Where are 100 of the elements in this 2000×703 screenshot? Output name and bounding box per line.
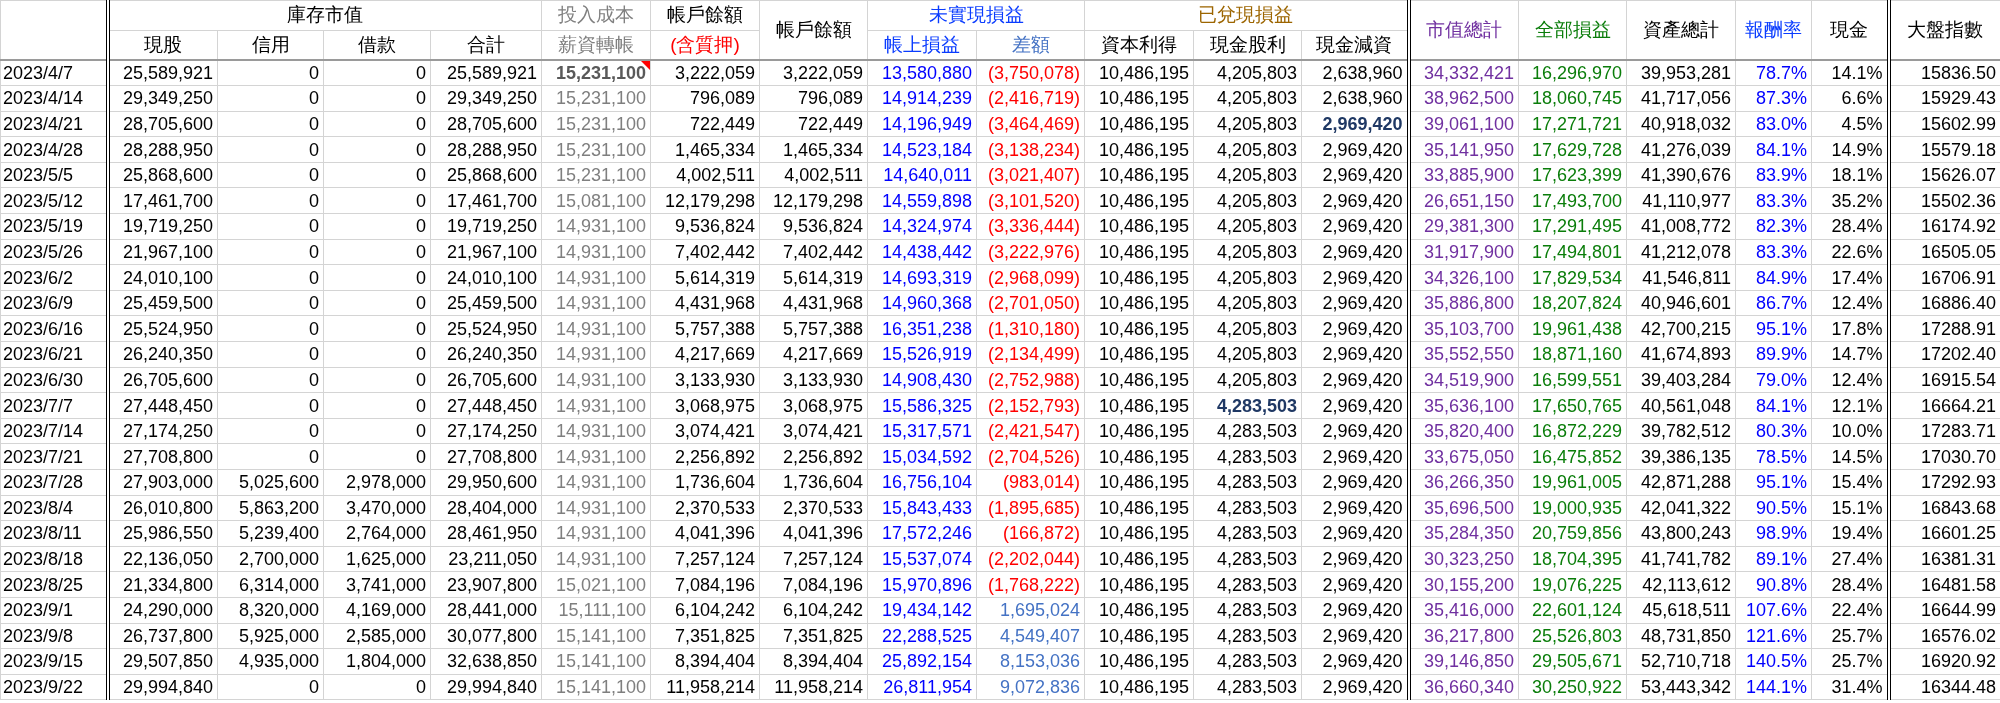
table-cell: 2,969,420 <box>1301 597 1409 624</box>
table-cell: 10,486,195 <box>1084 674 1194 700</box>
table-cell: 10.0% <box>1811 418 1889 444</box>
table-cell: 0 <box>323 60 431 86</box>
table-cell: 0 <box>323 290 431 316</box>
table-cell: 18,871,160 <box>1518 341 1627 368</box>
table-cell: 10,486,195 <box>1084 239 1194 265</box>
table-cell: 15,970,896 <box>867 571 977 598</box>
table-cell: 16,296,970 <box>1518 60 1627 86</box>
table-cell: 18.1% <box>1811 162 1889 188</box>
table-cell: 15.1% <box>1811 495 1889 521</box>
table-cell: 5,239,400 <box>217 520 324 547</box>
table-cell: 25,526,803 <box>1518 623 1627 649</box>
table-cell: 14,931,100 <box>541 239 651 265</box>
date-cell: 2023/9/1 <box>0 597 108 624</box>
table-cell: 25,524,950 <box>430 315 542 342</box>
table-cell: 5,863,200 <box>217 495 324 521</box>
date-cell: 2023/7/14 <box>0 418 108 444</box>
table-cell: 6.6% <box>1811 85 1889 112</box>
table-cell: 2,969,420 <box>1301 239 1409 265</box>
table-cell: 36,217,800 <box>1408 623 1519 649</box>
table-cell: 14.1% <box>1811 60 1889 86</box>
date-cell: 2023/4/14 <box>0 85 108 112</box>
table-cell: 30,323,250 <box>1408 546 1519 572</box>
table-cell: 10,486,195 <box>1084 187 1194 214</box>
table-cell: 3,074,421 <box>759 418 868 444</box>
table-cell: 35,284,350 <box>1408 520 1519 547</box>
table-cell: 15,231,100 <box>541 111 651 137</box>
table-cell: 22,601,124 <box>1518 597 1627 624</box>
table-cell: 796,089 <box>650 85 760 112</box>
table-cell: 10,486,195 <box>1084 60 1194 86</box>
table-cell: 8,153,036 <box>976 648 1085 675</box>
table-cell: (2,752,988) <box>976 367 1085 393</box>
date-cell: 2023/6/30 <box>0 367 108 393</box>
table-cell: 2,638,960 <box>1301 85 1409 112</box>
table-cell: 2,370,533 <box>650 495 760 521</box>
table-cell: 3,222,059 <box>759 60 868 86</box>
table-cell: 4,549,407 <box>976 623 1085 649</box>
table-cell: 29,505,671 <box>1518 648 1627 675</box>
table-cell: 26,811,954 <box>867 674 977 700</box>
table-cell: 41,008,772 <box>1626 213 1736 240</box>
table-cell: 35,552,550 <box>1408 341 1519 368</box>
table-cell: 14.9% <box>1811 136 1889 163</box>
date-cell: 2023/5/12 <box>0 187 108 214</box>
column-group-header: 已兌現損益 <box>1084 0 1409 30</box>
table-cell: 28,705,600 <box>430 111 542 137</box>
table-cell: 8,394,404 <box>759 648 868 675</box>
table-cell: 14,931,100 <box>541 315 651 342</box>
table-cell: 15,111,100 <box>541 597 651 624</box>
table-cell: 28,288,950 <box>107 136 218 163</box>
table-cell: 0 <box>323 674 431 700</box>
table-cell: 41,717,056 <box>1626 85 1736 112</box>
table-cell: 13,580,880 <box>867 60 977 86</box>
table-cell: (166,872) <box>976 520 1085 547</box>
table-cell: 4,041,396 <box>650 520 760 547</box>
table-cell: 39,782,512 <box>1626 418 1736 444</box>
table-cell: 45,618,511 <box>1626 597 1736 624</box>
date-cell: 2023/5/19 <box>0 213 108 240</box>
table-cell: 4.5% <box>1811 111 1889 137</box>
table-cell: 0 <box>217 239 324 265</box>
table-cell: 14,523,184 <box>867 136 977 163</box>
table-cell: 10,486,195 <box>1084 571 1194 598</box>
table-cell: 28,461,950 <box>430 520 542 547</box>
table-cell: 3,741,000 <box>323 571 431 598</box>
table-cell: 14,914,239 <box>867 85 977 112</box>
table-cell: 0 <box>217 162 324 188</box>
date-cell: 2023/6/2 <box>0 264 108 291</box>
table-cell: 15,141,100 <box>541 648 651 675</box>
table-cell: 26,651,150 <box>1408 187 1519 214</box>
table-cell: 10,486,195 <box>1084 315 1194 342</box>
table-cell: 4,169,000 <box>323 597 431 624</box>
table-cell: 16,475,852 <box>1518 443 1627 470</box>
table-cell: 41,741,782 <box>1626 546 1736 572</box>
table-cell: (983,014) <box>976 469 1085 496</box>
table-cell: 8,394,404 <box>650 648 760 675</box>
table-cell: 30,250,922 <box>1518 674 1627 700</box>
table-cell: 35.2% <box>1811 187 1889 214</box>
table-cell: 14,438,442 <box>867 239 977 265</box>
table-cell: 15,141,100 <box>541 623 651 649</box>
table-cell: 2,256,892 <box>759 443 868 470</box>
table-cell: 14,931,100 <box>541 264 651 291</box>
table-cell: 2,969,420 <box>1301 674 1409 700</box>
table-cell: 25.7% <box>1811 648 1889 675</box>
table-cell: 27,174,250 <box>107 418 218 444</box>
table-cell: 2,969,420 <box>1301 111 1409 137</box>
table-cell: 10,486,195 <box>1084 290 1194 316</box>
table-cell: 24,010,100 <box>430 264 542 291</box>
table-cell: 22.6% <box>1811 239 1889 265</box>
table-cell: 14,931,100 <box>541 418 651 444</box>
table-cell: 2,969,420 <box>1301 315 1409 342</box>
table-cell: 14,559,898 <box>867 187 977 214</box>
table-cell: 2,969,420 <box>1301 162 1409 188</box>
table-cell: 7,402,442 <box>650 239 760 265</box>
table-cell: 0 <box>323 315 431 342</box>
table-cell: 41,276,039 <box>1626 136 1736 163</box>
table-cell: 14,931,100 <box>541 213 651 240</box>
table-cell: 5,757,388 <box>650 315 760 342</box>
table-cell: 16,599,551 <box>1518 367 1627 393</box>
table-cell: 7,257,124 <box>650 546 760 572</box>
table-cell: 14,693,319 <box>867 264 977 291</box>
